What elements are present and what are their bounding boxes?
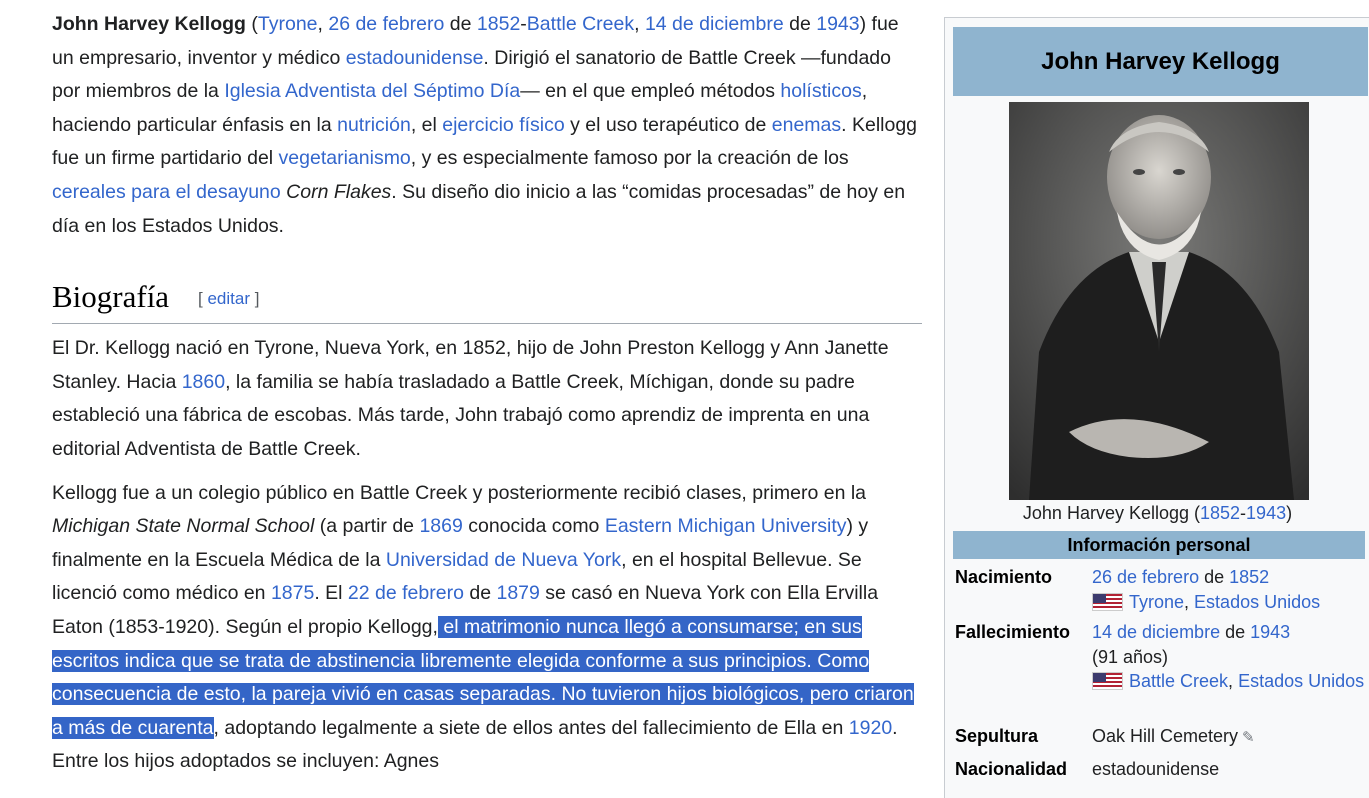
us-flag-icon xyxy=(1092,672,1123,690)
link-ejercicio-fisico[interactable]: ejercicio físico xyxy=(442,114,564,136)
caption-link-1943[interactable]: 1943 xyxy=(1246,503,1286,523)
link-battle-creek[interactable]: Battle Creek xyxy=(1129,671,1228,691)
text: conocida como xyxy=(462,515,605,538)
text: — en el que empleó métodos xyxy=(520,80,781,103)
nationality-label: Nacionalidad xyxy=(955,759,1068,779)
bio-paragraph-1: El Dr. Kellogg nació en Tyrone, Nueva Yo… xyxy=(52,332,922,466)
link-1869[interactable]: 1869 xyxy=(419,515,462,537)
subject-name: John Harvey Kellogg xyxy=(52,13,246,35)
death-label: Fallecimiento xyxy=(955,622,1071,642)
link-estadounidense[interactable]: estadounidense xyxy=(346,47,484,69)
death-age: (91 años) xyxy=(1092,646,1169,667)
school-name: Michigan State Normal School xyxy=(52,515,315,538)
section-heading: Biografía [ editar ] xyxy=(52,243,922,325)
link-iglesia-adventista[interactable]: Iglesia Adventista del Séptimo Día xyxy=(224,80,520,102)
birth-value: 26 de febrero de 1852 Tyrone, Estados Un… xyxy=(1092,565,1369,614)
caption-link-1852[interactable]: 1852 xyxy=(1200,503,1240,523)
link-1875[interactable]: 1875 xyxy=(271,582,314,604)
link-birth-year[interactable]: 1852 xyxy=(477,13,520,35)
text: , xyxy=(634,13,645,35)
bio-paragraph-2: Kellogg fue a un colegio público en Batt… xyxy=(52,477,922,779)
link-1879[interactable]: 1879 xyxy=(496,582,539,604)
link-death-year[interactable]: 1943 xyxy=(816,13,859,35)
text: Kellogg fue a un colegio público en Batt… xyxy=(52,481,867,504)
link-birth-year[interactable]: 1852 xyxy=(1229,567,1269,587)
link-birth-date[interactable]: 26 de febrero xyxy=(1092,567,1199,587)
infobox-section-header: Información personal xyxy=(953,531,1365,559)
burial-value: Oak Hill Cemetery ✎ xyxy=(1092,724,1369,751)
link-holisticos[interactable]: holísticos xyxy=(780,80,861,102)
text: de xyxy=(1199,567,1230,587)
text: , el xyxy=(410,113,443,136)
text: y el uso terapéutico de xyxy=(564,113,772,136)
us-flag-icon xyxy=(1092,592,1123,611)
link-battle-creek[interactable]: Battle Creek xyxy=(527,13,634,35)
link-estados-unidos[interactable]: Estados Unidos xyxy=(1194,592,1320,612)
pencil-icon[interactable]: ✎ xyxy=(1242,729,1255,746)
link-estados-unidos[interactable]: Estados Unidos xyxy=(1238,671,1364,691)
link-enemas[interactable]: enemas xyxy=(772,114,841,136)
portrait-photo[interactable] xyxy=(1009,102,1309,500)
link-tyrone[interactable]: Tyrone xyxy=(258,13,318,35)
text: , xyxy=(317,13,329,35)
caption-text: ) xyxy=(1286,503,1293,523)
death-value: 14 de diciembre de 1943 (91 años) Battle… xyxy=(1092,620,1369,694)
section-title: Biografía xyxy=(52,279,170,315)
edit-section: [ editar ] xyxy=(198,287,259,311)
link-death-date[interactable]: 14 de diciembre xyxy=(1092,622,1220,642)
corn-flakes-text: Corn Flakes xyxy=(286,180,392,203)
bracket: ] xyxy=(249,289,260,309)
text: (a partir de xyxy=(314,515,420,538)
link-death-year[interactable]: 1943 xyxy=(1250,622,1290,642)
text: de xyxy=(1220,622,1251,642)
link-eastern-michigan[interactable]: Eastern Michigan University xyxy=(605,515,847,537)
birth-label: Nacimiento xyxy=(955,567,1053,587)
link-nutricion[interactable]: nutrición xyxy=(337,114,411,136)
article-body: John Harvey Kellogg (Tyrone, 26 de febre… xyxy=(52,8,922,779)
link-22-febrero[interactable]: 22 de febrero xyxy=(348,582,464,604)
link-nyu[interactable]: Universidad de Nueva York xyxy=(386,549,621,571)
link-death-date[interactable]: 14 de diciembre xyxy=(645,13,784,35)
link-cereales[interactable]: cereales para el desayuno xyxy=(52,181,281,203)
burial-label: Sepultura xyxy=(955,726,1039,746)
text: . El xyxy=(314,582,348,605)
link-vegetarianismo[interactable]: vegetarianismo xyxy=(279,147,411,169)
intro-paragraph: John Harvey Kellogg (Tyrone, 26 de febre… xyxy=(52,8,922,243)
link-1920[interactable]: 1920 xyxy=(849,717,892,739)
link-tyrone[interactable]: Tyrone xyxy=(1129,592,1184,612)
photo-caption: John Harvey Kellogg (1852-1943) xyxy=(945,500,1369,526)
text: de xyxy=(444,13,477,35)
text: , xyxy=(1228,671,1239,691)
nationality-value: estadounidense xyxy=(1092,759,1220,779)
edit-link[interactable]: editar xyxy=(207,289,250,308)
text: ( xyxy=(245,13,258,35)
infobox-title: John Harvey Kellogg xyxy=(953,27,1368,96)
infobox: John Harvey Kellogg John Harvey Kellogg … xyxy=(944,17,1369,798)
burial-text: Oak Hill Cemetery xyxy=(1092,726,1239,746)
text: de xyxy=(783,13,817,35)
heading-divider xyxy=(52,323,922,325)
caption-text: John Harvey Kellogg ( xyxy=(1022,503,1200,523)
link-birth-date[interactable]: 26 de febrero xyxy=(328,13,444,35)
text: , xyxy=(1184,591,1195,612)
text: , adoptando legalmente a siete de ellos … xyxy=(213,716,849,739)
text: , y es especialmente famoso por la creac… xyxy=(410,147,849,170)
portrait-image xyxy=(1009,102,1309,500)
link-1860[interactable]: 1860 xyxy=(182,371,225,393)
text: de xyxy=(463,582,497,605)
